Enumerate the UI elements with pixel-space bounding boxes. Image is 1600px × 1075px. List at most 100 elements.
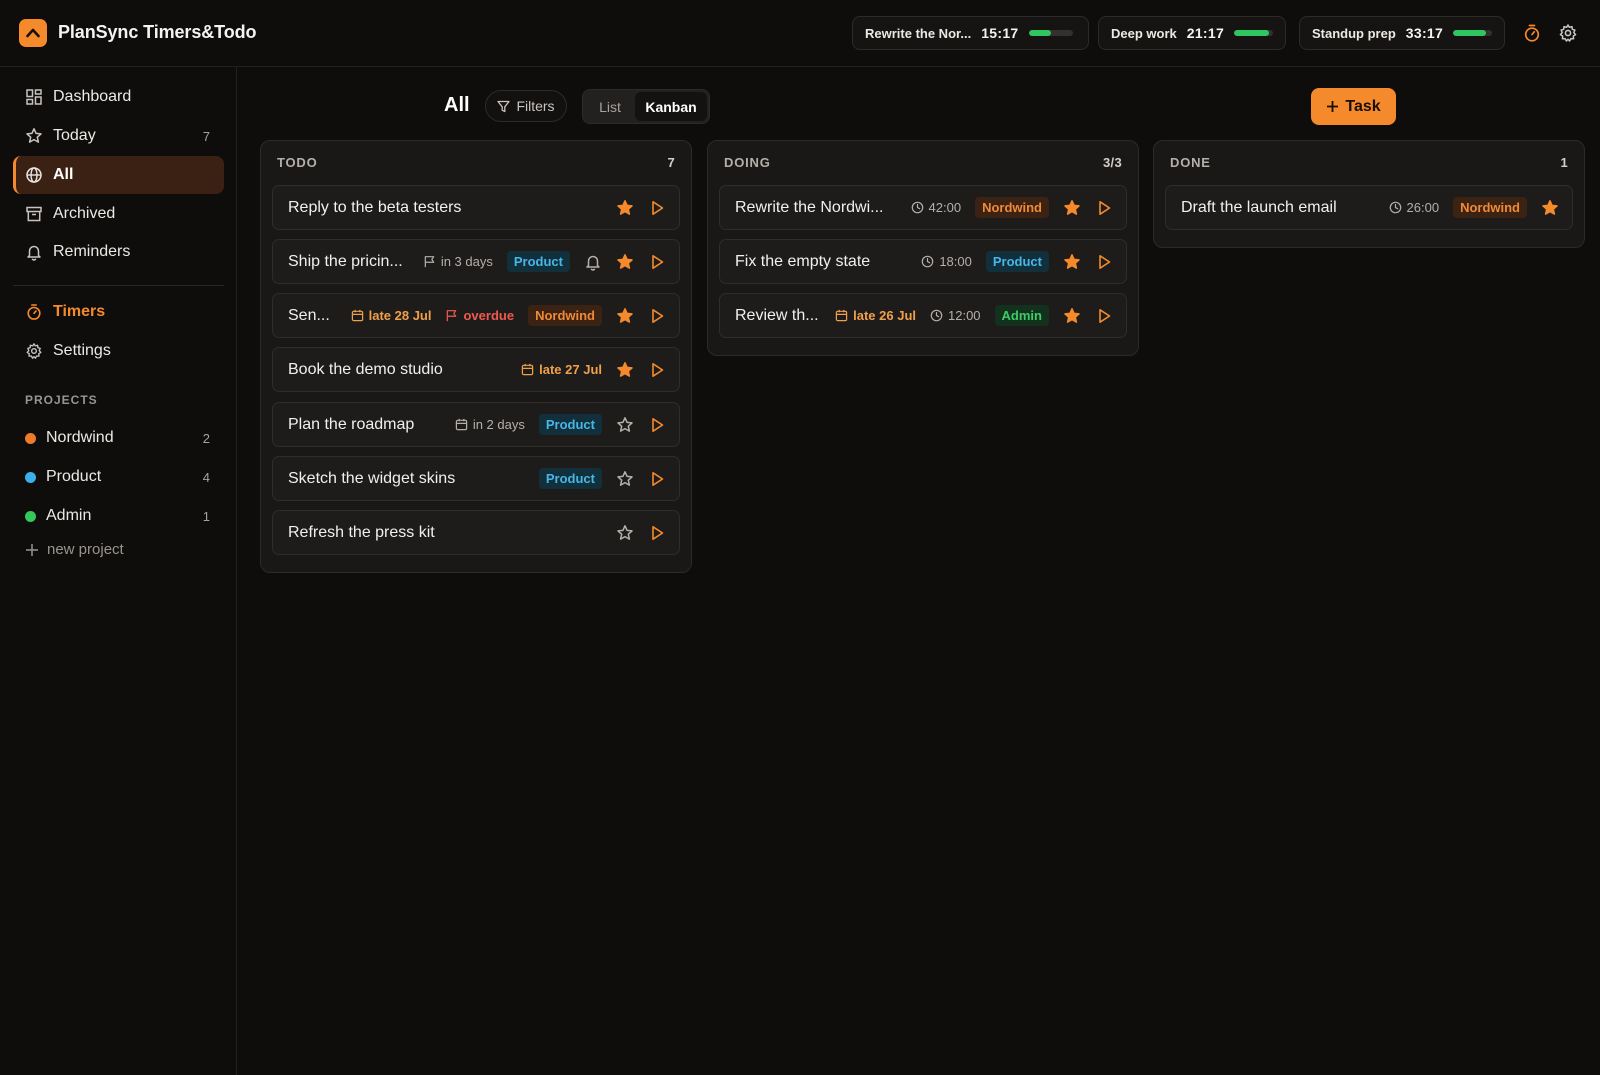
star-icon[interactable] (616, 524, 634, 542)
project-name: Admin (46, 507, 92, 524)
gear-icon (26, 343, 42, 359)
sidebar-item-label: Timers (53, 303, 106, 320)
sidebar-item-archived[interactable]: Archived (13, 195, 224, 233)
star-filled-icon[interactable] (616, 199, 634, 217)
timer-icon[interactable] (1522, 23, 1542, 43)
sidebar-item-reminders[interactable]: Reminders (13, 233, 224, 271)
sidebar: Dashboard Today 7 All Archived Reminders (0, 67, 237, 1075)
projects-section-label: PROJECTS (25, 393, 98, 407)
sidebar-item-all[interactable]: All (13, 156, 224, 194)
task-title: Rewrite the Nordwi... (735, 198, 884, 216)
star-filled-icon[interactable] (1541, 199, 1559, 217)
star-icon[interactable] (616, 416, 634, 434)
play-icon[interactable] (648, 253, 666, 271)
project-color-dot (25, 510, 36, 522)
task-title: Book the demo studio (288, 360, 443, 378)
project-name: Product (46, 468, 102, 485)
task-card[interactable]: Rewrite the Nordwi... 42:00 Nordwind (719, 185, 1127, 230)
project-color-dot (25, 471, 36, 483)
star-filled-icon[interactable] (1063, 307, 1081, 325)
star-filled-icon[interactable] (1063, 199, 1081, 217)
play-icon[interactable] (648, 416, 666, 434)
task-card[interactable]: Sen... late 28 Jul overdue Nordwind (272, 293, 680, 338)
column-title: DONE (1170, 155, 1211, 170)
bell-icon[interactable] (584, 253, 602, 271)
project-tag: Nordwind (1453, 197, 1527, 218)
new-project-label: new project (47, 541, 124, 558)
play-icon[interactable] (648, 199, 666, 217)
play-icon[interactable] (648, 361, 666, 379)
star-filled-icon[interactable] (616, 361, 634, 379)
filters-button[interactable]: Filters (485, 90, 567, 122)
due-badge-text: in 3 days (440, 254, 493, 269)
task-title: Ship the pricin... (288, 252, 403, 270)
star-icon (26, 128, 42, 143)
view-title: All (444, 94, 470, 116)
task-card[interactable]: Sketch the widget skins Product (272, 456, 680, 501)
clock-icon (911, 201, 923, 214)
play-icon[interactable] (1095, 253, 1113, 271)
timer-pill-2[interactable]: Standup prep 33:17 (1299, 16, 1505, 50)
task-card[interactable]: Book the demo studio late 27 Jul (272, 347, 680, 392)
column-count: 3/3 (1103, 155, 1122, 170)
new-project-button[interactable]: new project (25, 541, 124, 558)
star-icon[interactable] (616, 470, 634, 488)
late-badge: late 26 Jul (835, 308, 916, 323)
task-meta: late 26 Jul 12:00 Admin (835, 305, 1113, 326)
gear-icon[interactable] (1558, 23, 1578, 43)
sidebar-item-label: Settings (53, 342, 111, 359)
star-filled-icon[interactable] (616, 253, 634, 271)
task-card[interactable]: Plan the roadmap in 2 days Product (272, 402, 680, 447)
play-icon[interactable] (1095, 307, 1113, 325)
list-view-button[interactable]: List (585, 92, 635, 121)
task-card[interactable]: Refresh the press kit (272, 510, 680, 555)
sidebar-item-label: All (53, 166, 74, 183)
task-card[interactable]: Draft the launch email 26:00 Nordwind (1165, 185, 1573, 230)
project-tag: Nordwind (975, 197, 1049, 218)
task-meta: 18:00 Product (921, 251, 1113, 272)
task-card[interactable]: Reply to the beta testers (272, 185, 680, 230)
add-task-button[interactable]: Task (1311, 88, 1396, 125)
task-card[interactable]: Review th... late 26 Jul 12:00 Admin (719, 293, 1127, 338)
sidebar-item-dashboard[interactable]: Dashboard (13, 78, 224, 116)
sidebar-item-label: Dashboard (53, 88, 132, 105)
sidebar-item-timers[interactable]: Timers (13, 293, 224, 331)
task-card[interactable]: Fix the empty state 18:00 Product (719, 239, 1127, 284)
kanban-view-button[interactable]: Kanban (635, 92, 707, 121)
duration-badge-text: 12:00 (948, 308, 981, 323)
late-badge-text: late 27 Jul (539, 362, 602, 377)
project-item-nordwind[interactable]: Nordwind 2 (13, 420, 224, 456)
project-count: 4 (202, 469, 210, 485)
task-meta: 26:00 Nordwind (1389, 197, 1559, 218)
task-title: Draft the launch email (1181, 198, 1337, 216)
calendar-icon (835, 309, 848, 322)
timer-pill-1[interactable]: Deep work 21:17 (1098, 16, 1286, 50)
star-filled-icon[interactable] (616, 307, 634, 325)
timer-pill-0[interactable]: Rewrite the Nor... 15:17 (852, 16, 1089, 50)
star-filled-icon[interactable] (1063, 253, 1081, 271)
project-count: 1 (202, 508, 210, 524)
sidebar-item-today[interactable]: Today 7 (13, 117, 224, 155)
sidebar-item-settings[interactable]: Settings (13, 332, 224, 370)
play-icon[interactable] (1095, 199, 1113, 217)
project-item-admin[interactable]: Admin 1 (13, 498, 224, 534)
task-meta (616, 524, 666, 542)
flag-icon (424, 256, 435, 268)
sidebar-item-label: Reminders (53, 243, 131, 260)
play-icon[interactable] (648, 307, 666, 325)
task-meta: 42:00 Nordwind (911, 197, 1113, 218)
column-count: 7 (667, 155, 675, 170)
play-icon[interactable] (648, 470, 666, 488)
project-tag: Product (538, 468, 602, 489)
timer-time: 15:17 (981, 25, 1019, 41)
task-card[interactable]: Ship the pricin... in 3 days Product (272, 239, 680, 284)
plus-icon (26, 543, 38, 556)
clock-icon (930, 309, 943, 322)
project-item-product[interactable]: Product 4 (13, 459, 224, 495)
timer-time: 33:17 (1405, 25, 1444, 41)
duration-badge-text: 42:00 (928, 200, 962, 215)
column-header: TODO 7 (277, 155, 675, 170)
play-icon[interactable] (648, 524, 666, 542)
timer-icon (27, 304, 41, 320)
column-title: DOING (724, 155, 771, 170)
